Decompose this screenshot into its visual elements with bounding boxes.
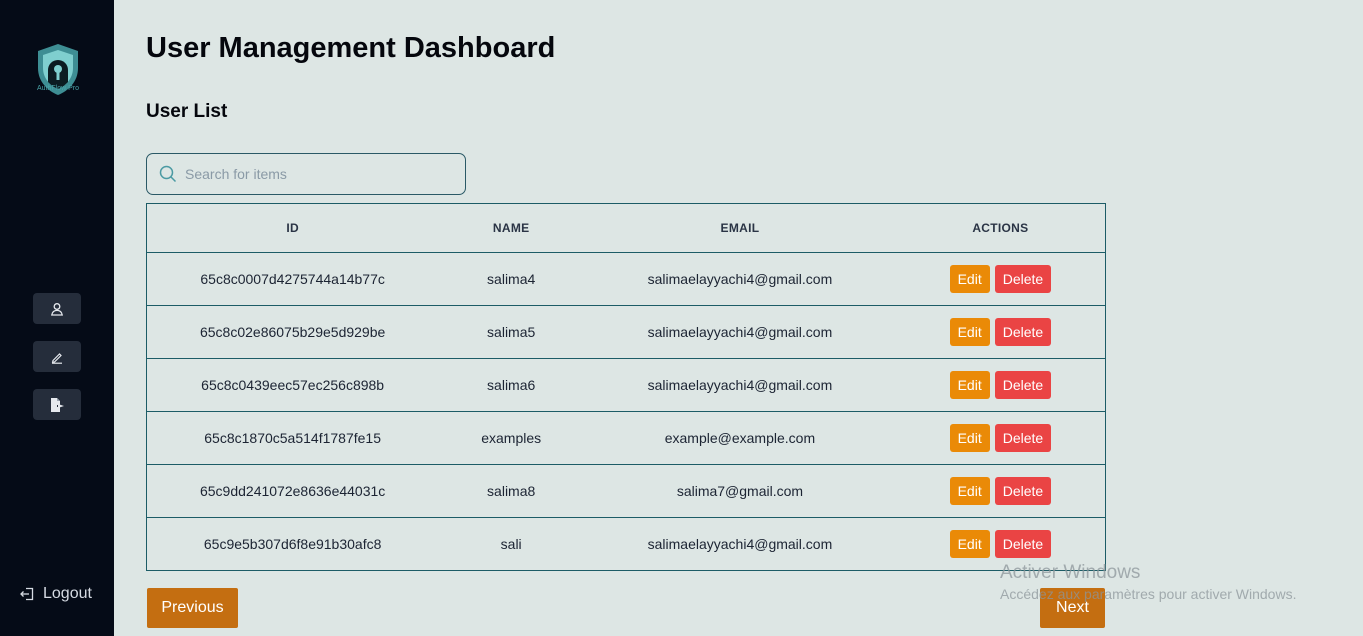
edit-button[interactable]: Edit — [949, 424, 990, 452]
cell-email: salimaelayyachi4@gmail.com — [584, 358, 896, 412]
user-icon — [51, 302, 63, 316]
edit-button[interactable]: Edit — [949, 371, 990, 399]
table-row: 65c8c0439eec57ec256c898b salima6 salimae… — [146, 358, 1106, 412]
logout-button[interactable]: Logout — [20, 585, 92, 603]
cell-id: 65c9dd241072e8636e44031c — [146, 464, 439, 518]
cell-actions: Edit Delete — [895, 411, 1106, 465]
delete-button[interactable]: Delete — [994, 424, 1052, 452]
page-title: User Management Dashboard — [146, 32, 556, 64]
delete-button[interactable]: Delete — [994, 265, 1052, 293]
users-nav-button[interactable] — [33, 293, 81, 324]
cell-id: 65c8c02e86075b29e5d929be — [146, 305, 439, 359]
cell-name: salima4 — [438, 252, 585, 306]
delete-button[interactable]: Delete — [994, 371, 1052, 399]
table-row: 65c8c02e86075b29e5d929be salima5 salimae… — [146, 305, 1106, 359]
table-row: 65c9dd241072e8636e44031c salima8 salima7… — [146, 464, 1106, 518]
cell-id: 65c8c0007d4275744a14b77c — [146, 252, 439, 306]
sidebar: AuthFlow Pro Logout — [0, 0, 114, 636]
cell-id: 65c9e5b307d6f8e91b30afc8 — [146, 517, 439, 571]
logout-label: Logout — [43, 585, 92, 602]
cell-id: 65c8c0439eec57ec256c898b — [146, 358, 439, 412]
cell-id: 65c8c1870c5a514f1787fe15 — [146, 411, 439, 465]
pencil-icon — [51, 352, 62, 364]
delete-button[interactable]: Delete — [994, 530, 1052, 558]
edit-nav-button[interactable] — [33, 341, 81, 372]
edit-button[interactable]: Edit — [949, 265, 990, 293]
cell-name: salima8 — [438, 464, 585, 518]
cell-email: salimaelayyachi4@gmail.com — [584, 305, 896, 359]
cell-email: example@example.com — [584, 411, 896, 465]
table-row: 65c9e5b307d6f8e91b30afc8 sali salimaelay… — [146, 517, 1106, 571]
cell-actions: Edit Delete — [895, 358, 1106, 412]
column-header-actions: ACTIONS — [895, 203, 1106, 253]
column-header-name: NAME — [438, 203, 585, 253]
column-header-id: ID — [146, 203, 439, 253]
cell-email: salimaelayyachi4@gmail.com — [584, 517, 896, 571]
watermark-title: Activer Windows — [1000, 562, 1141, 583]
previous-page-button[interactable]: Previous — [147, 588, 238, 628]
search-icon — [159, 165, 177, 183]
table-row: 65c8c1870c5a514f1787fe15 examples exampl… — [146, 411, 1106, 465]
logo-text: AuthFlow Pro — [36, 85, 80, 92]
table-header-row: ID NAME EMAIL ACTIONS — [146, 203, 1106, 253]
edit-button[interactable]: Edit — [949, 318, 990, 346]
export-file-icon — [51, 397, 65, 412]
cell-name: salima6 — [438, 358, 585, 412]
table-row: 65c8c0007d4275744a14b77c salima4 salimae… — [146, 252, 1106, 306]
cell-actions: Edit Delete — [895, 252, 1106, 306]
cell-name: salima5 — [438, 305, 585, 359]
edit-button[interactable]: Edit — [949, 477, 990, 505]
users-table: ID NAME EMAIL ACTIONS 65c8c0007d4275744a… — [146, 203, 1106, 571]
edit-button[interactable]: Edit — [949, 530, 990, 558]
cell-actions: Edit Delete — [895, 305, 1106, 359]
cell-email: salimaelayyachi4@gmail.com — [584, 252, 896, 306]
section-title: User List — [146, 101, 228, 122]
search-input[interactable] — [185, 166, 445, 182]
windows-activation-watermark: Activer Windows Accédez aux paramètres p… — [1000, 562, 1296, 602]
watermark-subtitle: Accédez aux paramètres pour activer Wind… — [1000, 586, 1297, 602]
search-box[interactable] — [146, 153, 466, 195]
delete-button[interactable]: Delete — [994, 318, 1052, 346]
column-header-email: EMAIL — [584, 203, 896, 253]
cell-actions: Edit Delete — [895, 464, 1106, 518]
cell-name: sali — [438, 517, 585, 571]
cell-email: salima7@gmail.com — [584, 464, 896, 518]
cell-name: examples — [438, 411, 585, 465]
logout-icon — [20, 587, 34, 601]
delete-button[interactable]: Delete — [994, 477, 1052, 505]
export-nav-button[interactable] — [33, 389, 81, 420]
